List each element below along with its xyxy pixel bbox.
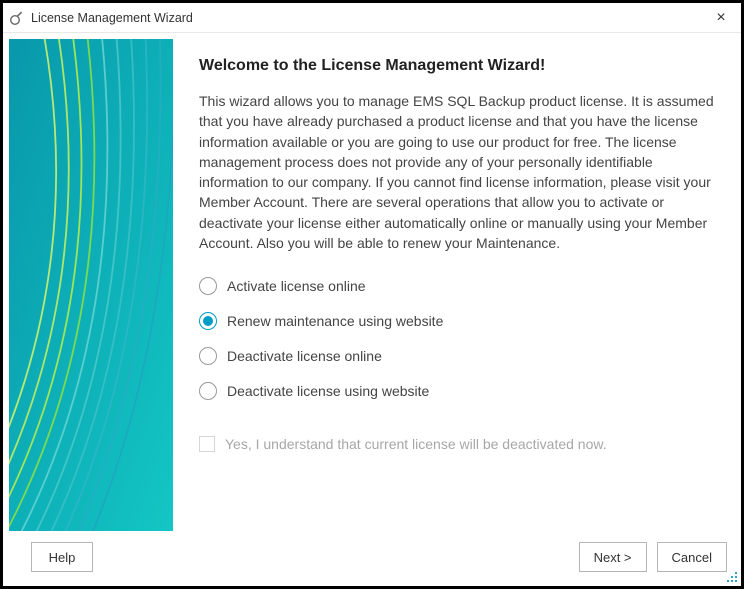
option-deactivate-online[interactable]: Deactivate license online bbox=[199, 347, 721, 365]
checkbox-icon bbox=[199, 436, 215, 452]
window-title: License Management Wizard bbox=[31, 11, 709, 25]
options-group: Activate license online Renew maintenanc… bbox=[199, 277, 721, 452]
option-activate-online[interactable]: Activate license online bbox=[199, 277, 721, 295]
wizard-side-graphic bbox=[9, 39, 173, 531]
page-heading: Welcome to the License Management Wizard… bbox=[199, 57, 721, 75]
close-icon: × bbox=[716, 9, 725, 27]
wizard-window: License Management Wizard × bbox=[0, 0, 744, 589]
close-button[interactable]: × bbox=[709, 6, 733, 30]
radio-label: Activate license online bbox=[227, 278, 366, 294]
app-icon bbox=[9, 10, 25, 26]
cancel-button[interactable]: Cancel bbox=[657, 542, 727, 572]
radio-label: Deactivate license online bbox=[227, 348, 382, 364]
page-description: This wizard allows you to manage EMS SQL… bbox=[199, 91, 721, 253]
radio-label: Renew maintenance using website bbox=[227, 313, 443, 329]
confirm-deactivate-checkbox: Yes, I understand that current license w… bbox=[199, 436, 721, 452]
checkbox-label: Yes, I understand that current license w… bbox=[225, 436, 607, 452]
radio-icon bbox=[199, 277, 217, 295]
next-button[interactable]: Next > bbox=[579, 542, 647, 572]
titlebar: License Management Wizard × bbox=[3, 3, 741, 33]
option-deactivate-website[interactable]: Deactivate license using website bbox=[199, 382, 721, 400]
radio-icon bbox=[199, 347, 217, 365]
option-renew-website[interactable]: Renew maintenance using website bbox=[199, 312, 721, 330]
body-area: Welcome to the License Management Wizard… bbox=[3, 33, 741, 532]
footer: Help Next > Cancel bbox=[3, 532, 741, 586]
resize-grip-icon[interactable] bbox=[725, 570, 739, 584]
radio-icon bbox=[199, 312, 217, 330]
help-button[interactable]: Help bbox=[31, 542, 93, 572]
radio-icon bbox=[199, 382, 217, 400]
main-panel: Welcome to the License Management Wizard… bbox=[173, 39, 735, 532]
radio-label: Deactivate license using website bbox=[227, 383, 429, 399]
